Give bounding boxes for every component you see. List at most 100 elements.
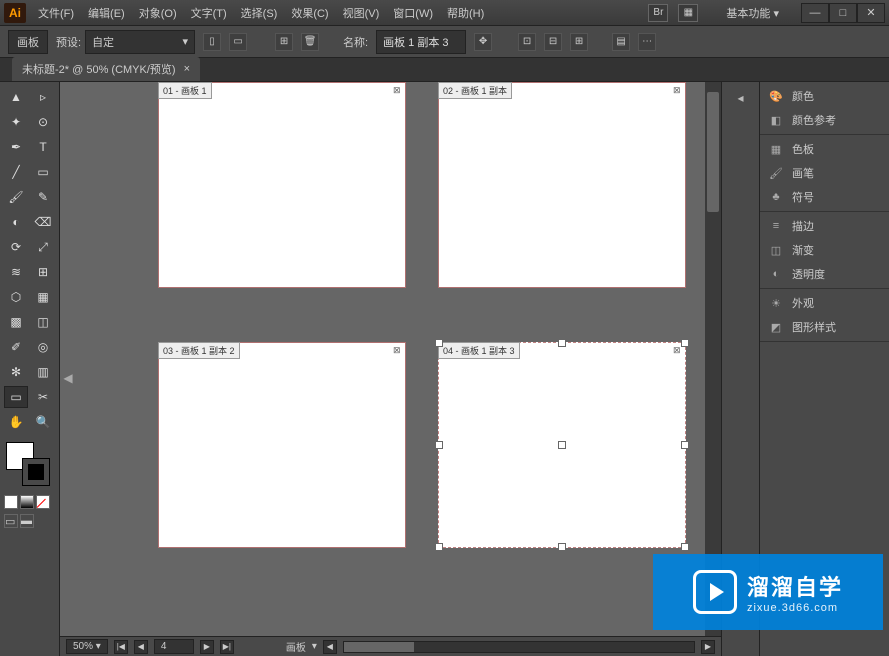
hscroll-right[interactable]: ▶ — [701, 640, 715, 654]
eraser-tool[interactable]: ⌫ — [31, 211, 55, 233]
workspace-switcher[interactable]: 基本功能 ▾ — [716, 3, 789, 23]
arrange-docs-icon[interactable]: ▦ — [678, 4, 698, 22]
panel-stroke[interactable]: ≡ 描边 — [760, 214, 889, 238]
lasso-tool[interactable]: ⊙ — [31, 111, 55, 133]
resize-handle-w[interactable] — [435, 441, 443, 449]
orient-landscape-icon[interactable]: ▭ — [229, 33, 247, 51]
screen-mode-normal[interactable]: ▭ — [4, 514, 18, 528]
close-button[interactable]: ✕ — [857, 3, 885, 23]
panel-color-guide[interactable]: ◧ 颜色参考 — [760, 108, 889, 132]
graph-tool[interactable]: ▥ — [31, 361, 55, 383]
extra-options-icon[interactable]: ⋯ — [638, 33, 656, 51]
nav-prev-button[interactable]: ◀ — [134, 640, 148, 654]
color-mode-none[interactable] — [36, 495, 50, 509]
orient-portrait-icon[interactable]: ▯ — [203, 33, 221, 51]
artboard-name-input[interactable]: 画板 1 副本 3 — [376, 30, 466, 54]
nav-next-button[interactable]: ▶ — [200, 640, 214, 654]
free-transform-tool[interactable]: ⊞ — [31, 261, 55, 283]
panel-graphic-styles[interactable]: ◩ 图形样式 — [760, 315, 889, 339]
horizontal-scrollbar[interactable] — [343, 641, 695, 653]
symbol-sprayer-tool[interactable]: ✻ — [4, 361, 28, 383]
menu-view[interactable]: 视图(V) — [337, 2, 386, 24]
menu-edit[interactable]: 编辑(E) — [82, 2, 131, 24]
menu-select[interactable]: 选择(S) — [235, 2, 284, 24]
menu-help[interactable]: 帮助(H) — [441, 2, 490, 24]
hand-tool[interactable]: ✋ — [4, 411, 28, 433]
vscroll-thumb[interactable] — [707, 92, 719, 212]
artboard-options-icon[interactable]: ▤ — [612, 33, 630, 51]
artboard-close-icon[interactable]: ⊠ — [393, 85, 403, 95]
zoom-tool[interactable]: 🔍 — [31, 411, 55, 433]
panel-swatches[interactable]: ▦ 色板 — [760, 137, 889, 161]
panel-symbols[interactable]: ♣ 符号 — [760, 185, 889, 209]
line-tool[interactable]: ╱ — [4, 161, 28, 183]
maximize-button[interactable]: □ — [829, 3, 857, 23]
stroke-swatch[interactable] — [22, 458, 50, 486]
brush-tool[interactable]: 🖌 — [4, 186, 28, 208]
color-mode-solid[interactable] — [4, 495, 18, 509]
fill-stroke-swatch[interactable] — [4, 440, 55, 490]
direct-select-tool[interactable]: ▹ — [31, 86, 55, 108]
width-tool[interactable]: ≋ — [4, 261, 28, 283]
nav-first-button[interactable]: |◀ — [114, 640, 128, 654]
hscroll-thumb[interactable] — [344, 642, 414, 652]
perspective-tool[interactable]: ▦ — [31, 286, 55, 308]
panel-brushes[interactable]: 🖌 画笔 — [760, 161, 889, 185]
menu-file[interactable]: 文件(F) — [32, 2, 80, 24]
bridge-icon[interactable]: Br — [648, 4, 668, 22]
align-icon[interactable]: ⊟ — [544, 33, 562, 51]
color-mode-gradient[interactable] — [20, 495, 34, 509]
resize-handle-se[interactable] — [681, 543, 689, 551]
menu-effect[interactable]: 效果(C) — [285, 2, 334, 24]
options-icon[interactable]: ⊞ — [570, 33, 588, 51]
center-handle[interactable] — [558, 441, 566, 449]
menu-window[interactable]: 窗口(W) — [387, 2, 439, 24]
move-with-artboard-icon[interactable]: ✥ — [474, 33, 492, 51]
canvas[interactable]: ◀ 01 - 画板 1 ⊠ 02 - 画板 1 副本 ⊠ 03 - 画板 1 副… — [60, 82, 721, 656]
panel-appearance[interactable]: ☀ 外观 — [760, 291, 889, 315]
pencil-tool[interactable]: ✎ — [31, 186, 55, 208]
magic-wand-tool[interactable]: ✦ — [4, 111, 28, 133]
delete-artboard-icon[interactable]: 🗑 — [301, 33, 319, 51]
hscroll-left[interactable]: ◀ — [323, 640, 337, 654]
type-tool[interactable]: T — [31, 136, 55, 158]
selection-tool[interactable]: ▲ — [4, 86, 28, 108]
preset-select[interactable]: 自定 ▾ — [85, 30, 195, 54]
resize-handle-s[interactable] — [558, 543, 566, 551]
resize-handle-n[interactable] — [558, 339, 566, 347]
doc-tab[interactable]: 未标题-2* @ 50% (CMYK/预览) × — [12, 57, 200, 81]
resize-handle-sw[interactable] — [435, 543, 443, 551]
slice-tool[interactable]: ✂ — [31, 386, 55, 408]
rectangle-tool[interactable]: ▭ — [31, 161, 55, 183]
artboard-3[interactable]: 03 - 画板 1 副本 2 ⊠ — [158, 342, 406, 548]
menu-type[interactable]: 文字(T) — [185, 2, 233, 24]
panel-color[interactable]: 🎨 颜色 — [760, 84, 889, 108]
artboard-4[interactable]: 04 - 画板 1 副本 3 ⊠ — [438, 342, 686, 548]
mesh-tool[interactable]: ▩ — [4, 311, 28, 333]
scale-tool[interactable]: ⤢ — [31, 236, 55, 258]
artboard-1[interactable]: 01 - 画板 1 ⊠ — [158, 82, 406, 288]
resize-handle-ne[interactable] — [681, 339, 689, 347]
dock-expand-icon[interactable]: ◂ — [730, 88, 752, 108]
blend-tool[interactable]: ◎ — [31, 336, 55, 358]
artboard-close-icon[interactable]: ⊠ — [673, 85, 683, 95]
artboard-tool[interactable]: ▭ — [4, 386, 28, 408]
pen-tool[interactable]: ✒ — [4, 136, 28, 158]
shape-builder-tool[interactable]: ⬡ — [4, 286, 28, 308]
resize-handle-e[interactable] — [681, 441, 689, 449]
nav-last-button[interactable]: ▶| — [220, 640, 234, 654]
close-tab-icon[interactable]: × — [184, 63, 190, 75]
artboard-2[interactable]: 02 - 画板 1 副本 ⊠ — [438, 82, 686, 288]
gradient-tool[interactable]: ◫ — [31, 311, 55, 333]
zoom-level[interactable]: 50% ▾ — [66, 639, 108, 654]
panel-gradient[interactable]: ◫ 渐变 — [760, 238, 889, 262]
ref-point-icon[interactable]: ⊡ — [518, 33, 536, 51]
artboard-index[interactable]: 4 — [154, 639, 194, 654]
eyedropper-tool[interactable]: ✐ — [4, 336, 28, 358]
rotate-tool[interactable]: ⟳ — [4, 236, 28, 258]
menu-object[interactable]: 对象(O) — [133, 2, 183, 24]
minimize-button[interactable]: — — [801, 3, 829, 23]
resize-handle-nw[interactable] — [435, 339, 443, 347]
screen-mode-full[interactable]: ▬ — [20, 514, 34, 528]
scroll-left-icon[interactable]: ◀ — [62, 369, 74, 387]
